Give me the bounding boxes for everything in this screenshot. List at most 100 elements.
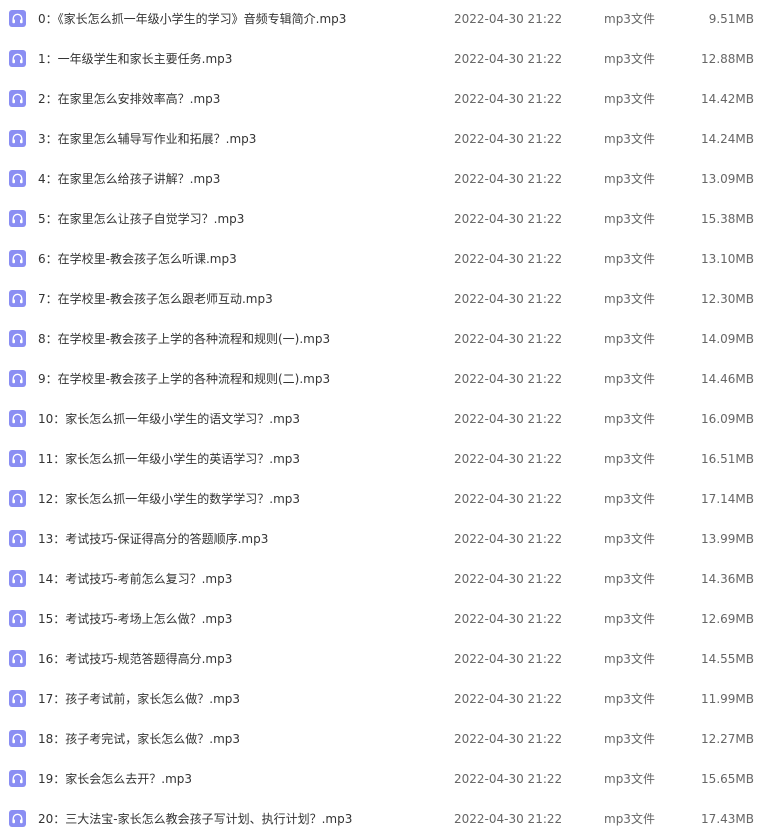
file-modified-date: 2022-04-30 21:22 — [454, 812, 563, 826]
file-modified-date: 2022-04-30 21:22 — [454, 412, 563, 426]
file-name[interactable]: 6：在学校里-教会孩子怎么听课.mp3 — [38, 240, 438, 280]
file-name[interactable]: 15：考试技巧-考场上怎么做？.mp3 — [38, 600, 438, 640]
audio-file-icon — [9, 570, 26, 587]
audio-file-icon — [9, 730, 26, 747]
file-row[interactable]: 12：家长怎么抓一年级小学生的数学学习？.mp3 2022-04-30 21:22… — [0, 480, 780, 520]
file-name[interactable]: 5：在家里怎么让孩子自觉学习？.mp3 — [38, 200, 438, 240]
file-row[interactable]: 19：家长会怎么去开？.mp3 2022-04-30 21:22 mp3文件 15.6… — [0, 760, 780, 800]
file-size: 17.14MB — [701, 492, 754, 506]
file-row[interactable]: 2：在家里怎么安排效率高？.mp3 2022-04-30 21:22 mp3文件 14… — [0, 80, 780, 120]
file-type: mp3文件 — [604, 652, 655, 666]
file-name[interactable]: 11：家长怎么抓一年级小学生的英语学习？.mp3 — [38, 440, 438, 480]
file-row[interactable]: 14：考试技巧-考前怎么复习？.mp3 2022-04-30 21:22 mp3文件… — [0, 560, 780, 600]
file-size: 15.65MB — [701, 772, 754, 786]
file-row[interactable]: 13：考试技巧-保证得高分的答题顺序.mp3 2022-04-30 21:22 mp… — [0, 520, 780, 560]
audio-file-icon — [9, 210, 26, 227]
file-name[interactable]: 8：在学校里-教会孩子上学的各种流程和规则(一).mp3 — [38, 320, 438, 360]
file-modified-date: 2022-04-30 21:22 — [454, 132, 563, 146]
file-row[interactable]: 8：在学校里-教会孩子上学的各种流程和规则(一).mp3 2022-04-30 2… — [0, 320, 780, 360]
file-size: 13.99MB — [701, 532, 754, 546]
file-size: 11.99MB — [701, 692, 754, 706]
file-type: mp3文件 — [604, 412, 655, 426]
file-type: mp3文件 — [604, 772, 655, 786]
file-type: mp3文件 — [604, 732, 655, 746]
file-row[interactable]: 3：在家里怎么辅导写作业和拓展？.mp3 2022-04-30 21:22 mp3文… — [0, 120, 780, 160]
file-row[interactable]: 15：考试技巧-考场上怎么做？.mp3 2022-04-30 21:22 mp3文件… — [0, 600, 780, 640]
audio-file-icon — [9, 90, 26, 107]
file-modified-date: 2022-04-30 21:22 — [454, 452, 563, 466]
file-size: 14.09MB — [701, 332, 754, 346]
audio-file-icon — [9, 250, 26, 267]
file-row[interactable]: 10：家长怎么抓一年级小学生的语文学习？.mp3 2022-04-30 21:22… — [0, 400, 780, 440]
file-name[interactable]: 1：一年级学生和家长主要任务.mp3 — [38, 40, 438, 80]
file-name[interactable]: 14：考试技巧-考前怎么复习？.mp3 — [38, 560, 438, 600]
file-type: mp3文件 — [604, 12, 655, 26]
file-type: mp3文件 — [604, 212, 655, 226]
file-size: 14.24MB — [701, 132, 754, 146]
file-size: 14.42MB — [701, 92, 754, 106]
file-name[interactable]: 4：在家里怎么给孩子讲解？.mp3 — [38, 160, 438, 200]
file-modified-date: 2022-04-30 21:22 — [454, 12, 563, 26]
file-row[interactable]: 17：孩子考试前，家长怎么做？.mp3 2022-04-30 21:22 mp3文件… — [0, 680, 780, 720]
file-row[interactable]: 4：在家里怎么给孩子讲解？.mp3 2022-04-30 21:22 mp3文件 13… — [0, 160, 780, 200]
file-type: mp3文件 — [604, 292, 655, 306]
file-type: mp3文件 — [604, 372, 655, 386]
file-row[interactable]: 11：家长怎么抓一年级小学生的英语学习？.mp3 2022-04-30 21:22… — [0, 440, 780, 480]
file-type: mp3文件 — [604, 172, 655, 186]
file-size: 13.10MB — [701, 252, 754, 266]
file-name[interactable]: 13：考试技巧-保证得高分的答题顺序.mp3 — [38, 520, 438, 560]
file-name[interactable]: 2：在家里怎么安排效率高？.mp3 — [38, 80, 438, 120]
file-modified-date: 2022-04-30 21:22 — [454, 772, 563, 786]
audio-file-icon — [9, 410, 26, 427]
file-name[interactable]: 18：孩子考完试，家长怎么做？.mp3 — [38, 720, 438, 760]
file-name[interactable]: 10：家长怎么抓一年级小学生的语文学习？.mp3 — [38, 400, 438, 440]
file-row[interactable]: 1：一年级学生和家长主要任务.mp3 2022-04-30 21:22 mp3文件 1… — [0, 40, 780, 80]
file-name[interactable]: 20：三大法宝-家长怎么教会孩子写计划、执行计划？.mp3 — [38, 800, 438, 840]
audio-file-icon — [9, 50, 26, 67]
file-name[interactable]: 12：家长怎么抓一年级小学生的数学学习？.mp3 — [38, 480, 438, 520]
audio-file-icon — [9, 290, 26, 307]
file-modified-date: 2022-04-30 21:22 — [454, 172, 563, 186]
file-size: 14.55MB — [701, 652, 754, 666]
audio-file-icon — [9, 370, 26, 387]
file-row[interactable]: 6：在学校里-教会孩子怎么听课.mp3 2022-04-30 21:22 mp3文件… — [0, 240, 780, 280]
audio-file-icon — [9, 330, 26, 347]
file-modified-date: 2022-04-30 21:22 — [454, 92, 563, 106]
file-row[interactable]: 0：《家长怎么抓一年级小学生的学习》音频专辑简介.mp3 2022-04-30 2… — [0, 0, 780, 40]
file-type: mp3文件 — [604, 692, 655, 706]
file-type: mp3文件 — [604, 132, 655, 146]
audio-file-icon — [9, 10, 26, 27]
file-size: 14.46MB — [701, 372, 754, 386]
file-size: 9.51MB — [708, 12, 754, 26]
audio-file-icon — [9, 610, 26, 627]
file-modified-date: 2022-04-30 21:22 — [454, 252, 563, 266]
file-name[interactable]: 9：在学校里-教会孩子上学的各种流程和规则(二).mp3 — [38, 360, 438, 400]
file-modified-date: 2022-04-30 21:22 — [454, 372, 563, 386]
audio-file-icon — [9, 170, 26, 187]
file-size: 13.09MB — [701, 172, 754, 186]
file-modified-date: 2022-04-30 21:22 — [454, 732, 563, 746]
file-size: 12.69MB — [701, 612, 754, 626]
file-size: 14.36MB — [701, 572, 754, 586]
file-name[interactable]: 19：家长会怎么去开？.mp3 — [38, 760, 438, 800]
file-row[interactable]: 18：孩子考完试，家长怎么做？.mp3 2022-04-30 21:22 mp3文件… — [0, 720, 780, 760]
file-modified-date: 2022-04-30 21:22 — [454, 692, 563, 706]
file-type: mp3文件 — [604, 52, 655, 66]
file-name[interactable]: 3：在家里怎么辅导写作业和拓展？.mp3 — [38, 120, 438, 160]
file-row[interactable]: 5：在家里怎么让孩子自觉学习？.mp3 2022-04-30 21:22 mp3文件… — [0, 200, 780, 240]
file-modified-date: 2022-04-30 21:22 — [454, 572, 563, 586]
file-name[interactable]: 16：考试技巧-规范答题得高分.mp3 — [38, 640, 438, 680]
file-name[interactable]: 17：孩子考试前，家长怎么做？.mp3 — [38, 680, 438, 720]
file-row[interactable]: 20：三大法宝-家长怎么教会孩子写计划、执行计划？.mp3 2022-04-30 … — [0, 800, 780, 840]
file-list: 0：《家长怎么抓一年级小学生的学习》音频专辑简介.mp3 2022-04-30 2… — [0, 0, 780, 832]
audio-file-icon — [9, 690, 26, 707]
file-modified-date: 2022-04-30 21:22 — [454, 52, 563, 66]
file-row[interactable]: 16：考试技巧-规范答题得高分.mp3 2022-04-30 21:22 mp3文件… — [0, 640, 780, 680]
file-size: 17.43MB — [701, 812, 754, 826]
file-row[interactable]: 7：在学校里-教会孩子怎么跟老师互动.mp3 2022-04-30 21:22 mp… — [0, 280, 780, 320]
file-name[interactable]: 7：在学校里-教会孩子怎么跟老师互动.mp3 — [38, 280, 438, 320]
file-row[interactable]: 9：在学校里-教会孩子上学的各种流程和规则(二).mp3 2022-04-30 2… — [0, 360, 780, 400]
file-size: 12.27MB — [701, 732, 754, 746]
file-type: mp3文件 — [604, 92, 655, 106]
file-name[interactable]: 0：《家长怎么抓一年级小学生的学习》音频专辑简介.mp3 — [38, 0, 438, 40]
